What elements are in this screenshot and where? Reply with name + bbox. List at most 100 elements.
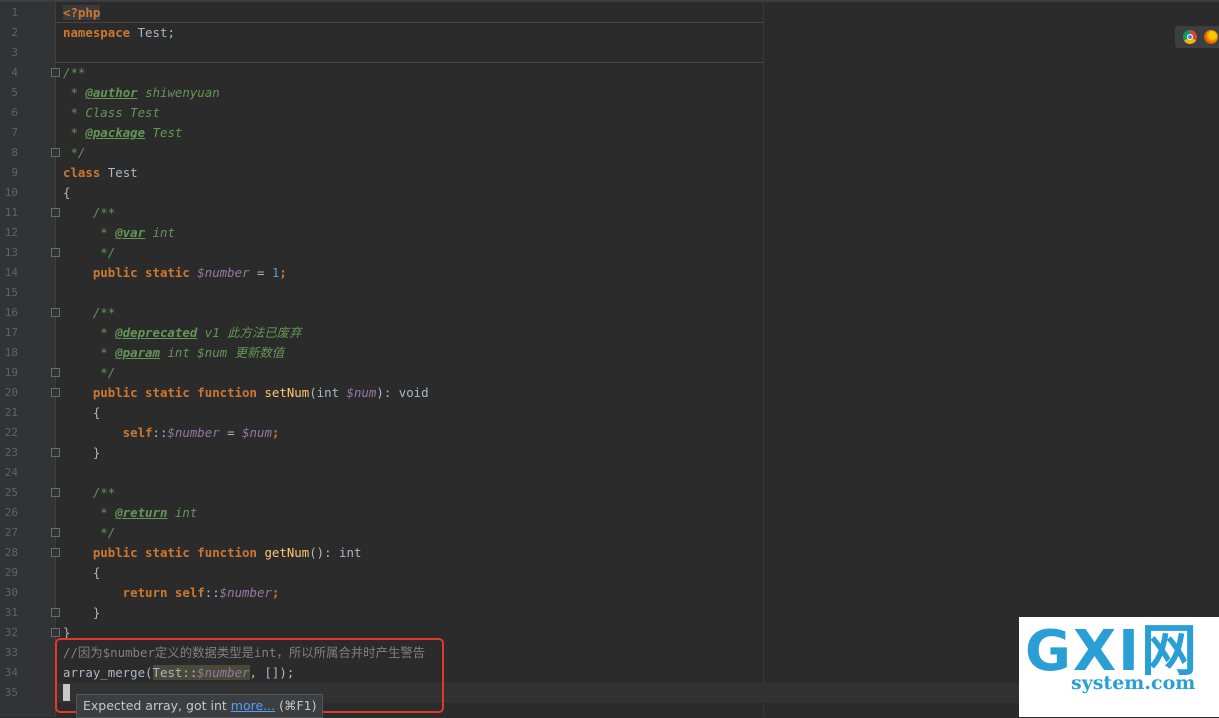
line-number: 24 xyxy=(4,466,18,479)
code-line: * Class Test xyxy=(63,103,160,123)
line-number: 27 xyxy=(4,526,18,539)
line-number: 28 xyxy=(4,546,18,559)
code-token: Test; xyxy=(130,25,175,40)
line-number: 17 xyxy=(4,326,18,339)
code-token: * xyxy=(63,345,116,360)
code-line: } xyxy=(63,443,100,463)
code-line: * @return int xyxy=(63,503,197,523)
line-number: 21 xyxy=(4,406,18,419)
line-number: 34 xyxy=(4,666,18,679)
line-number: 14 xyxy=(4,266,18,279)
fold-marker-icon[interactable] xyxy=(51,388,60,397)
code-token: v1 此方法已废弃 xyxy=(197,325,302,340)
fold-marker-icon[interactable] xyxy=(51,488,60,497)
code-token: Test xyxy=(100,165,138,180)
chrome-icon[interactable] xyxy=(1183,30,1197,44)
code-token: $num xyxy=(346,385,377,400)
code-token: * xyxy=(63,125,86,140)
code-token: <?php xyxy=(63,5,101,20)
code-token: $number xyxy=(219,585,272,600)
code-line: { xyxy=(63,403,100,423)
code-line: */ xyxy=(63,243,115,263)
code-token: $number xyxy=(197,265,250,280)
fold-marker-icon[interactable] xyxy=(51,608,60,617)
tooltip-shortcut: (⌘F1) xyxy=(279,698,317,713)
fold-marker-icon[interactable] xyxy=(51,368,60,377)
line-number: 19 xyxy=(4,366,18,379)
line-number: 30 xyxy=(4,586,18,599)
line-number: 7 xyxy=(11,126,18,139)
fold-marker-icon[interactable] xyxy=(51,248,60,257)
line-number: 20 xyxy=(4,386,18,399)
firefox-icon[interactable] xyxy=(1204,30,1218,44)
line-number: 11 xyxy=(4,206,18,219)
code-token: return self xyxy=(63,585,205,600)
code-token: @param xyxy=(115,345,160,360)
right-margin-guide xyxy=(763,0,764,717)
code-line: public static function getNum(): int xyxy=(63,543,362,563)
code-token: public static function xyxy=(63,385,257,400)
line-number: 1 xyxy=(11,6,18,19)
tooltip-message: Expected array, got int xyxy=(83,698,227,713)
code-token: getNum xyxy=(264,545,310,560)
line-number: 13 xyxy=(4,246,18,259)
code-token: */ xyxy=(63,245,116,260)
code-line: namespace Test; xyxy=(63,23,175,43)
code-token: /** xyxy=(63,205,116,220)
code-token: /** xyxy=(63,65,86,80)
code-token: */ xyxy=(63,145,86,160)
method-separator xyxy=(55,62,763,63)
code-token: */ xyxy=(63,365,116,380)
line-number: 9 xyxy=(11,166,18,179)
code-token: */ xyxy=(63,525,116,540)
code-token: @return xyxy=(115,505,168,520)
code-token: public static xyxy=(63,265,190,280)
line-number: 33 xyxy=(4,646,18,659)
code-token: Test xyxy=(145,125,183,140)
code-token: * Class Test xyxy=(63,105,160,120)
code-token: namespace xyxy=(63,25,131,40)
code-line: /** xyxy=(63,203,115,223)
code-token: int $num 更新数值 xyxy=(159,345,285,360)
code-line: /** xyxy=(63,63,85,83)
fold-marker-icon[interactable] xyxy=(51,148,60,157)
fold-marker-icon[interactable] xyxy=(51,308,60,317)
line-number: 6 xyxy=(11,106,18,119)
line-number-gutter: 1 2 3 4 5 6 7 8 9 10 11 12 13 14 15 16 17 18 19 20 21 22 23 24 2… xyxy=(0,0,56,717)
fold-marker-icon[interactable] xyxy=(51,628,60,637)
code-token: class xyxy=(63,165,101,180)
fold-marker-icon[interactable] xyxy=(51,548,60,557)
watermark-logo: GXI网 system.com xyxy=(1019,617,1219,717)
line-number: 26 xyxy=(4,506,18,519)
code-token: $num xyxy=(242,425,272,440)
fold-marker-icon[interactable] xyxy=(51,68,60,77)
code-line: } xyxy=(63,603,100,623)
code-token: @package xyxy=(85,125,146,140)
fold-marker-icon[interactable] xyxy=(51,208,60,217)
code-token: shiwenyuan xyxy=(137,85,220,100)
code-token: } xyxy=(63,445,101,460)
line-number: 15 xyxy=(4,286,18,299)
code-token: { xyxy=(63,565,101,580)
code-token: * xyxy=(63,225,116,240)
fold-marker-icon[interactable] xyxy=(51,528,60,537)
code-line: * @deprecated v1 此方法已废弃 xyxy=(63,323,301,343)
line-number: 16 xyxy=(4,306,18,319)
inspection-tooltip: Expected array, got int more... (⌘F1) xyxy=(76,694,324,718)
line-number: 8 xyxy=(11,146,18,159)
code-token: $number xyxy=(167,425,220,440)
code-token: ): void xyxy=(376,385,429,400)
code-line: class Test xyxy=(63,163,138,183)
line-number: 32 xyxy=(4,626,18,639)
code-token: @author xyxy=(85,85,138,100)
tooltip-more-link[interactable]: more... xyxy=(231,698,275,713)
code-token: * xyxy=(63,85,86,100)
fold-marker-icon[interactable] xyxy=(51,448,60,457)
code-token: (): int xyxy=(309,545,362,560)
code-line: { xyxy=(63,563,100,583)
code-token: @deprecated xyxy=(115,325,198,340)
code-token: * xyxy=(63,325,116,340)
line-number: 4 xyxy=(11,66,18,79)
code-token: = xyxy=(219,425,243,440)
line-number: 10 xyxy=(4,186,18,199)
